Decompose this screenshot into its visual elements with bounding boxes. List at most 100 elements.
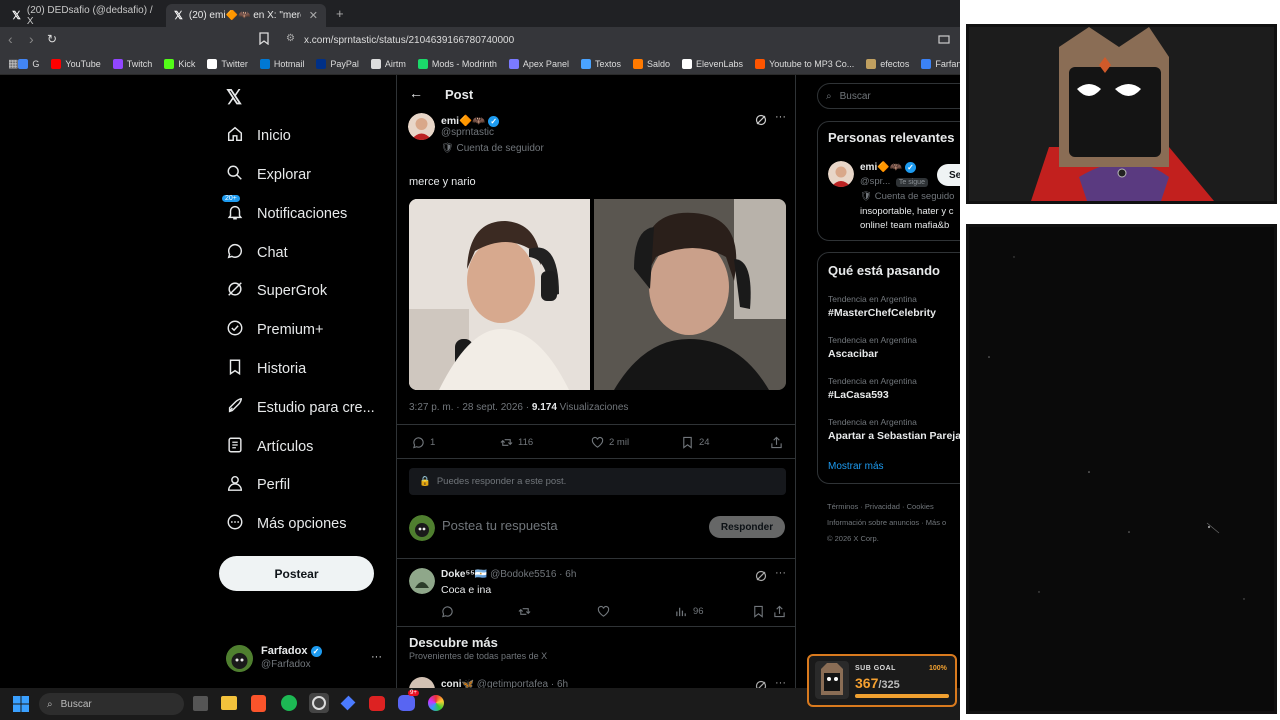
bookmark-item[interactable]: Youtube to MP3 Co... [755, 58, 854, 69]
browser-tab[interactable]: 𝕏 (20) DEDsafio (@dedsafio) / X [4, 4, 164, 27]
trend-item[interactable]: Tendencia en Argentina Apartar a Sebastia… [828, 417, 960, 442]
bookmark-item[interactable]: Twitch [112, 58, 152, 69]
avatar[interactable] [409, 568, 435, 594]
relevant-name[interactable]: emi🔶🦇 [860, 162, 902, 173]
follow-button[interactable]: Se [937, 164, 960, 186]
nav-item-grok[interactable]: SuperGrok [226, 280, 327, 302]
like-button[interactable]: 2 mil [591, 436, 629, 449]
obs-icon[interactable] [309, 693, 329, 713]
bookmark-star-icon[interactable] [258, 32, 270, 50]
bookmark-item[interactable]: Apex Panel [508, 58, 569, 69]
site-info-icon[interactable]: ⚙ [286, 33, 295, 44]
bookmark-item[interactable]: efectos [866, 58, 910, 69]
bookmark-item[interactable]: Textos [580, 58, 621, 69]
reply-button[interactable] [441, 605, 459, 618]
grok-icon[interactable] [755, 569, 767, 587]
x-logo-icon[interactable]: 𝕏 [226, 85, 242, 110]
app-icon[interactable] [369, 696, 385, 711]
grok-icon[interactable] [755, 679, 767, 688]
forward-icon[interactable]: › [29, 31, 34, 47]
bookmark-label: efectos [880, 58, 910, 69]
search-box[interactable]: ⌕ Buscar [817, 83, 960, 109]
author-name[interactable]: emi🔶🦇 [441, 115, 485, 127]
author-handle[interactable]: @sprntastic [441, 127, 494, 138]
discover-author-handle[interactable]: @getimportafea · 6h [477, 679, 568, 688]
trend-item[interactable]: Tendencia en Argentina #MasterChefCelebri… [828, 294, 936, 319]
relevant-handle[interactable]: @spr... [860, 176, 890, 187]
repost-button[interactable]: 116 [500, 436, 533, 449]
apps-grid-icon[interactable]: ▦ [0, 57, 18, 70]
new-tab-button[interactable]: + [336, 6, 344, 21]
footer-line-2[interactable]: Información sobre anuncios · Más o [827, 515, 946, 531]
bookmark-item[interactable]: G [18, 58, 39, 69]
reply-button[interactable]: 1 [412, 436, 435, 449]
discord-icon[interactable]: 9+ [398, 690, 419, 711]
post-image-left[interactable] [409, 199, 590, 390]
bookmark-button[interactable] [752, 605, 770, 618]
relevant-people-title: Personas relevantes [828, 130, 955, 145]
bookmark-item[interactable]: Saldo [632, 58, 670, 69]
taskbar-search[interactable]: ⌕ Buscar [39, 693, 184, 715]
bookmark-item[interactable]: Hotmail [259, 58, 304, 69]
nav-item-bookmark[interactable]: Historia [226, 358, 306, 380]
grok-icon[interactable] [755, 113, 767, 131]
spotify-icon[interactable] [281, 695, 297, 711]
nav-item-article[interactable]: Artículos [226, 436, 313, 458]
bookmark-item[interactable]: Mods - Modrinth [417, 58, 497, 69]
bookmark-item[interactable]: Airtm [370, 58, 406, 69]
bookmark-button[interactable]: 24 [681, 436, 710, 449]
bookmark-item[interactable]: ElevenLabs [682, 58, 743, 69]
more-options-icon[interactable]: ··· [775, 567, 786, 579]
bookmark-item[interactable]: Kick [164, 58, 195, 69]
nav-item-bell[interactable]: 20+ Notificaciones [222, 195, 347, 225]
cast-icon[interactable] [938, 33, 950, 51]
bookmark-item[interactable]: YouTube [51, 58, 101, 69]
reply-author-handle[interactable]: @Bodoke5516 · 6h [490, 569, 576, 580]
show-more-link[interactable]: Mostrar más [828, 461, 884, 472]
file-explorer-icon[interactable] [221, 696, 237, 710]
reload-icon[interactable]: ↻ [47, 32, 57, 46]
back-icon[interactable]: ‹ [8, 31, 13, 47]
nav-item-rocket[interactable]: Estudio para cre... [226, 397, 375, 419]
share-button[interactable] [770, 436, 788, 449]
more-options-icon[interactable]: ··· [775, 111, 786, 123]
share-button[interactable] [773, 605, 791, 618]
reply-author-name[interactable]: Doke⁵⁵🇦🇷 [441, 569, 487, 580]
address-bar[interactable]: ⚙ x.com/sprntastic/status/21046391667807… [282, 31, 922, 49]
account-more-icon[interactable]: ··· [371, 651, 382, 663]
post-image-right[interactable] [594, 199, 786, 390]
nav-item-premium[interactable]: Premium+ [226, 319, 323, 341]
trend-item[interactable]: Tendencia en Argentina Ascacibar [828, 335, 917, 360]
footer-line-1[interactable]: Términos · Privacidad · Cookies [827, 499, 946, 515]
bookmark-item[interactable]: Twitter [207, 58, 248, 69]
task-view-icon[interactable] [193, 696, 208, 711]
post-button[interactable]: Postear [219, 556, 374, 591]
post-timestamp[interactable]: 3:27 p. m. · 28 sept. 2026 · [409, 402, 532, 413]
nav-item-more[interactable]: Más opciones [226, 513, 346, 535]
nav-item-search[interactable]: Explorar [226, 164, 311, 186]
discover-author-name[interactable]: coni🦋 [441, 679, 474, 688]
close-tab-icon[interactable]: ✕ [309, 9, 318, 22]
browser-tab-active[interactable]: 𝕏 (20) emi🔶🦇 en X: "merce y na ✕ [166, 4, 326, 27]
like-button[interactable] [597, 605, 615, 618]
app-icon[interactable] [340, 695, 356, 711]
bookmark-favicon-icon [417, 58, 428, 69]
avatar[interactable] [408, 113, 435, 140]
avatar[interactable] [409, 677, 435, 688]
trend-item[interactable]: Tendencia en Argentina #LaCasa593 [828, 376, 917, 401]
nav-item-chat[interactable]: Chat [226, 242, 288, 264]
more-options-icon[interactable]: ··· [775, 677, 786, 688]
account-switcher[interactable]: Farfadox ✓ @Farfadox ··· [226, 643, 386, 673]
reply-submit-button[interactable]: Responder [709, 516, 785, 538]
bookmark-item[interactable]: PayPal [316, 58, 359, 69]
back-arrow-icon[interactable]: ← [409, 85, 423, 101]
windows-start-icon[interactable] [13, 696, 29, 717]
repost-button[interactable] [518, 605, 536, 618]
color-picker-icon[interactable] [428, 695, 444, 711]
avatar[interactable] [828, 161, 854, 187]
brave-browser-icon[interactable] [251, 695, 266, 712]
views-button[interactable]: 96 [675, 605, 704, 618]
nav-item-profile[interactable]: Perfil [226, 474, 290, 496]
nav-item-home[interactable]: Inicio [226, 125, 291, 147]
reply-input[interactable]: Postea tu respuesta [442, 518, 558, 533]
